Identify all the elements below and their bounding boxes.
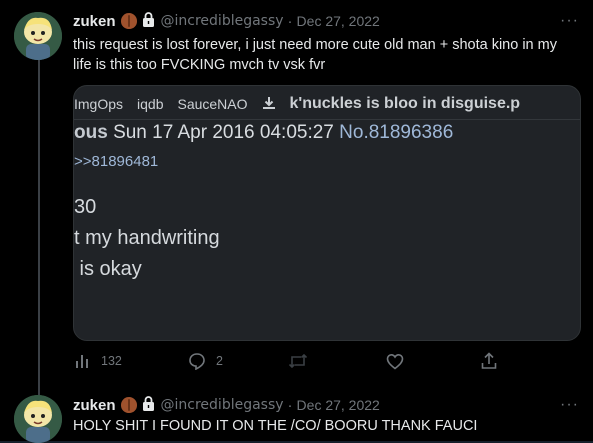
more-icon[interactable]: ··· [560,396,579,414]
display-name[interactable]: zuken [73,13,116,30]
retweet-button[interactable] [288,349,308,373]
like-button[interactable] [386,349,404,373]
saucenao-button: SauceNAO [177,96,248,112]
thread-line [38,58,40,385]
tweet-2[interactable]: zuken @incrediblegassy · Dec 27, 2022 ··… [0,385,593,443]
chestnut-emoji [120,397,137,413]
thread-line [38,385,40,395]
chestnut-emoji [120,13,137,29]
separator-dot: · [287,396,293,414]
more-icon[interactable]: ··· [560,12,579,30]
tweet-text: this request is lost forever, i just nee… [73,37,557,73]
reply-count: 2 [216,354,223,368]
reply-button[interactable]: 2 [188,349,223,373]
reply-reference: >>81896481 [74,153,159,170]
views-icon [75,353,91,369]
tweet-header: zuken @incrediblegassy · Dec 27, 2022 [73,11,380,31]
views-button[interactable]: 132 [75,349,122,373]
post-number: No.81896386 [339,122,454,143]
user-handle[interactable]: @incrediblegassy [161,13,284,29]
post-datetime: Sun 17 Apr 2016 04:05:27 [113,122,334,143]
imgops-button: ImgOps [74,96,124,112]
avatar[interactable] [14,395,62,443]
post-line: 30 [74,196,97,218]
share-icon [481,352,497,370]
poster-name: ous [74,122,108,143]
avatar[interactable] [14,12,62,60]
separator-dot: · [287,12,293,30]
post-body: 30 t my handwriting is okay [74,192,220,285]
tweet-date[interactable]: Dec 27, 2022 [297,13,380,29]
user-handle[interactable]: @incrediblegassy [161,397,284,413]
image-toolbar: ImgOps iqdb SauceNAO k'nuckles is bloo i… [74,92,534,116]
download-icon [262,96,276,113]
tweet-1[interactable]: zuken @incrediblegassy · Dec 27, 2022 ··… [0,0,593,385]
divider [74,119,580,120]
views-count: 132 [101,354,122,368]
tweet-header: zuken @incrediblegassy · Dec 27, 2022 [73,395,380,415]
post-line: is okay [74,258,142,280]
share-button[interactable] [481,349,497,373]
tweet-actions: 132 2 [73,349,503,373]
tweet-text: HOLY SHIT I FOUND IT ON THE /CO/ BOORU T… [73,418,478,434]
image-filename: k'nuckles is bloo in disguise.p [289,95,521,112]
iqdb-button: iqdb [137,96,164,112]
post-line: t my handwriting [74,227,220,249]
tweet-date[interactable]: Dec 27, 2022 [297,397,380,413]
lock-icon [142,11,155,31]
post-header: ous Sun 17 Apr 2016 04:05:27 No.81896386 [74,122,453,144]
retweet-icon [288,352,308,370]
lock-icon [142,395,155,415]
reply-icon [188,352,206,370]
like-icon [386,353,404,370]
tweet-media-image[interactable]: ImgOps iqdb SauceNAO k'nuckles is bloo i… [73,85,581,341]
display-name[interactable]: zuken [73,397,116,414]
